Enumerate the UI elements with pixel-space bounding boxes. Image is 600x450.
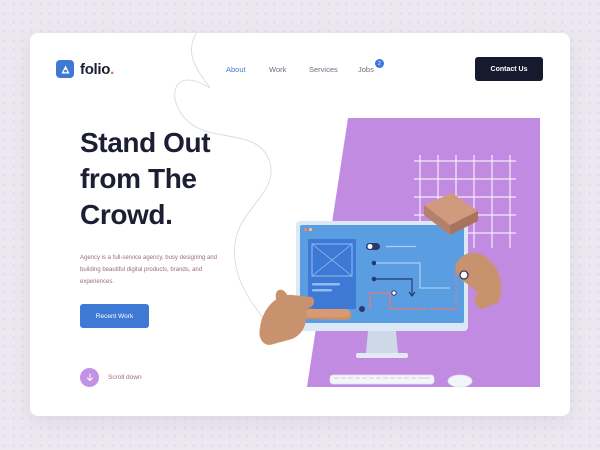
landing-card: folio. About Work Services Jobs 2 Contac… (30, 33, 570, 416)
logo-text: folio. (80, 60, 115, 78)
scroll-down-label: Scroll down (108, 374, 142, 381)
wireframe-card (308, 239, 356, 309)
logo[interactable]: folio. (56, 60, 114, 78)
arrow-down-icon (80, 368, 99, 387)
nav-item-about[interactable]: About (226, 65, 246, 74)
mouse (447, 374, 473, 388)
recent-work-button[interactable]: Recent Work (80, 304, 149, 328)
nav-item-work[interactable]: Work (269, 65, 286, 74)
desktop-monitor-illustration (259, 118, 540, 388)
keyboard (329, 374, 435, 385)
contact-us-button[interactable]: Contact Us (475, 57, 543, 81)
scroll-down-link[interactable]: Scroll down (80, 368, 142, 387)
nav-item-jobs-label: Jobs (358, 65, 374, 74)
jobs-count-badge: 2 (374, 59, 384, 68)
logo-mark-icon (56, 60, 74, 78)
nav-item-services[interactable]: Services (309, 65, 338, 74)
monitor-stand (366, 331, 398, 353)
hero-description: Agency is a full-service agency, busy de… (80, 255, 217, 285)
nav-item-jobs[interactable]: Jobs 2 (358, 59, 384, 74)
